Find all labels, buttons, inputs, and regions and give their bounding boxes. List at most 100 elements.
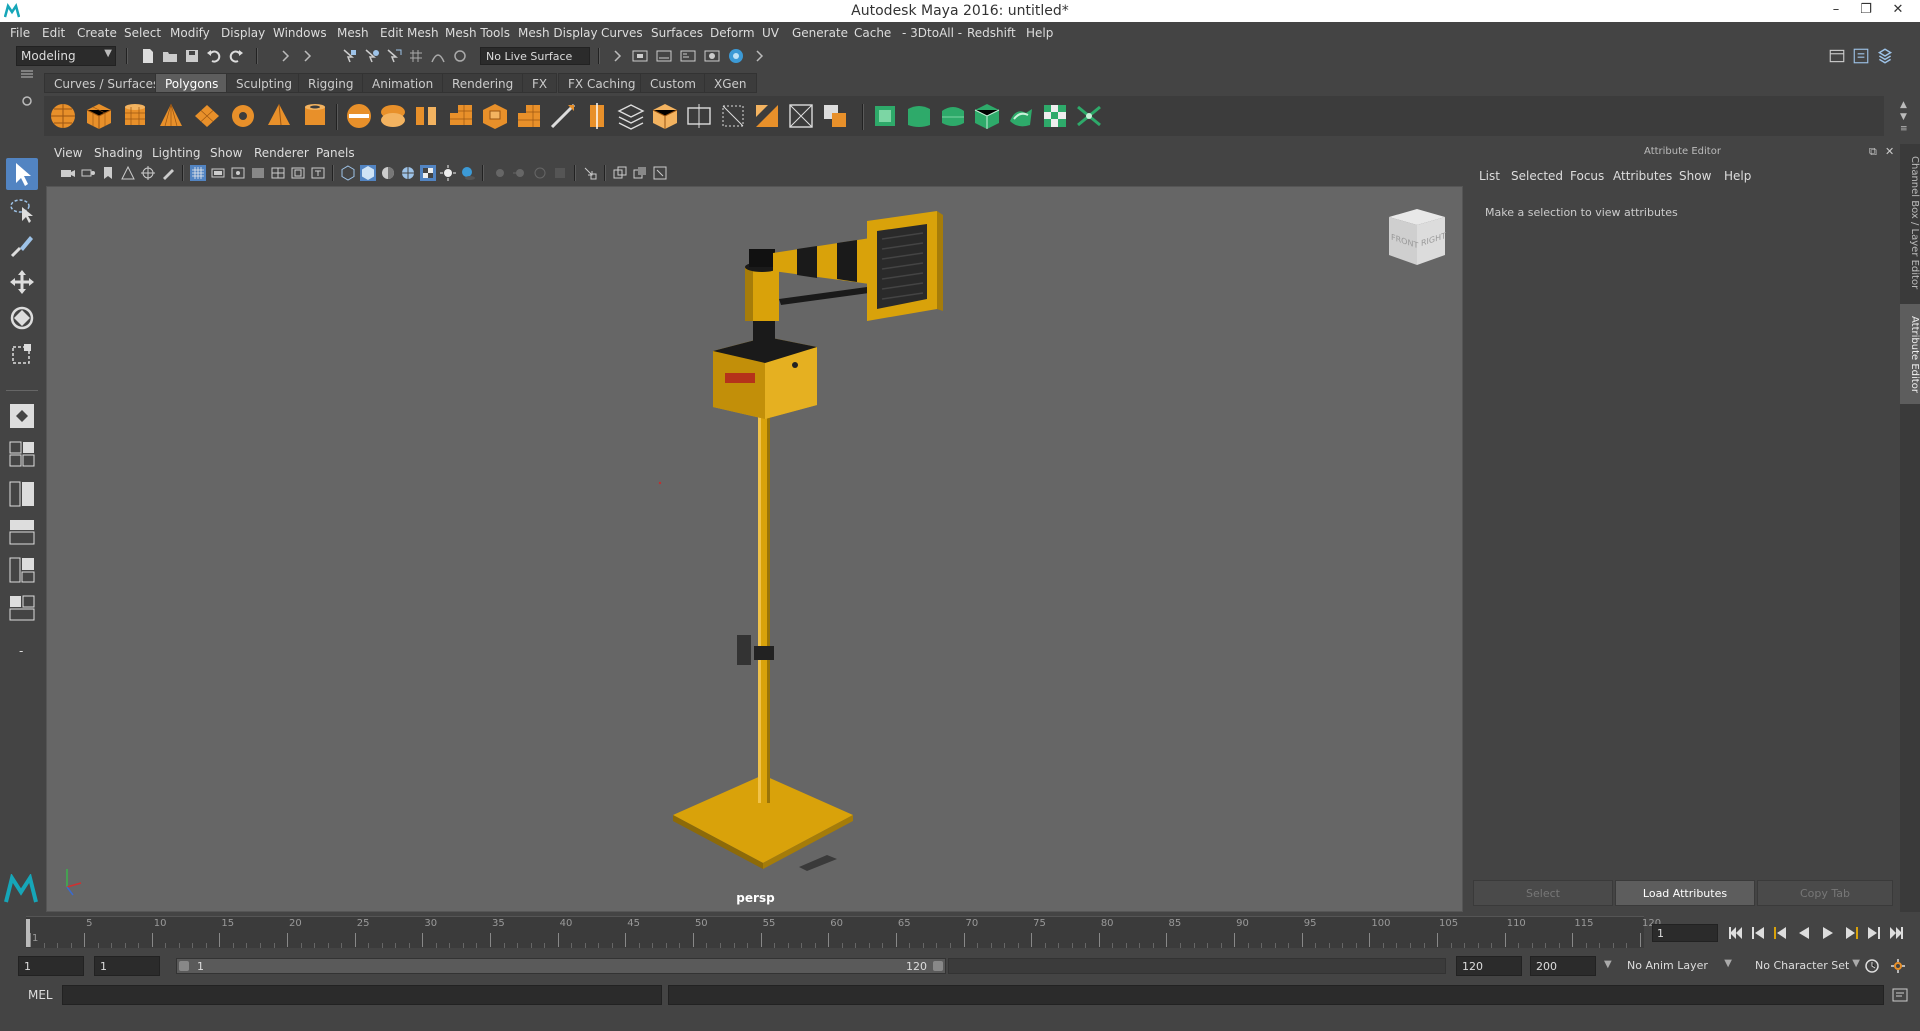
script-language-toggle[interactable]: MEL (28, 988, 53, 1002)
2d-pan-zoom-icon[interactable] (140, 165, 156, 181)
ae-menu-attributes[interactable]: Attributes (1613, 169, 1672, 183)
expand-arrow-icon[interactable] (278, 48, 294, 64)
go-to-end-icon[interactable] (1888, 925, 1904, 941)
default-material-icon[interactable] (380, 165, 396, 181)
hypershade-icon[interactable] (704, 48, 720, 64)
shelf-menu-icon[interactable] (19, 68, 35, 80)
shelf-tab-fx-caching[interactable]: FX Caching (558, 73, 646, 93)
poly-pipe-icon[interactable] (300, 101, 330, 131)
menu-help[interactable]: Help (1026, 26, 1053, 40)
separate-icon[interactable] (378, 101, 408, 131)
menu-surfaces[interactable]: Surfaces (651, 26, 703, 40)
auto-key-icon[interactable] (1864, 958, 1880, 974)
ae-menu-list[interactable]: List (1479, 169, 1500, 183)
select-button[interactable]: Select (1473, 880, 1613, 906)
safe-action-icon[interactable] (290, 165, 306, 181)
snap-curve-icon[interactable] (430, 48, 446, 64)
menu-uv[interactable]: UV (762, 26, 779, 40)
shelf-tab-animation[interactable]: Animation (362, 73, 444, 93)
lasso-tool[interactable] (6, 194, 38, 226)
paint-select-tool[interactable] (6, 230, 38, 262)
tab-attribute-editor[interactable]: Attribute Editor (1900, 304, 1920, 404)
modeling-toolkit-icon[interactable] (1828, 47, 1846, 65)
go-to-start-icon[interactable] (1728, 925, 1744, 941)
playback-start-field[interactable]: 1 (94, 956, 160, 976)
menu-display[interactable]: Display (221, 26, 265, 40)
poly-pyramid-icon[interactable] (264, 101, 294, 131)
shadows-icon[interactable] (460, 165, 476, 181)
viewport-menu-lighting[interactable]: Lighting (152, 146, 201, 160)
ae-menu-selected[interactable]: Selected (1511, 169, 1563, 183)
uv-checker-icon[interactable] (1040, 101, 1070, 131)
new-scene-icon[interactable] (140, 48, 156, 64)
expand-arrow-icon[interactable] (752, 48, 768, 64)
viewport-menu-shading[interactable]: Shading (94, 146, 143, 160)
insert-edge-loop-icon[interactable] (582, 101, 612, 131)
bevel-icon[interactable] (514, 101, 544, 131)
poly-plane-icon[interactable] (192, 101, 222, 131)
load-attributes-button[interactable]: Load Attributes (1615, 880, 1755, 906)
range-start-handle[interactable] (179, 961, 189, 971)
extrude-icon[interactable] (480, 101, 510, 131)
motion-blur-icon[interactable] (512, 165, 528, 181)
ambient-occlusion-icon[interactable] (492, 165, 508, 181)
menu-mesh-tools[interactable]: Mesh Tools (445, 26, 510, 40)
model-clamp[interactable] (754, 646, 774, 660)
model-horn[interactable] (773, 237, 877, 285)
automatic-uv-icon[interactable] (972, 101, 1002, 131)
target-weld-icon[interactable] (718, 101, 748, 131)
ae-menu-help[interactable]: Help (1724, 169, 1751, 183)
save-scene-icon[interactable] (184, 48, 200, 64)
camera-attributes-icon[interactable] (80, 165, 96, 181)
poly-torus-icon[interactable] (228, 101, 258, 131)
menu-windows[interactable]: Windows (273, 26, 327, 40)
persp-outliner-layout[interactable] (6, 478, 38, 510)
menu-select[interactable]: Select (124, 26, 161, 40)
field-chart-icon[interactable] (270, 165, 286, 181)
attribute-editor-toggle-icon[interactable] (1852, 47, 1870, 65)
menu-modify[interactable]: Modify (170, 26, 210, 40)
menu-curves[interactable]: Curves (601, 26, 643, 40)
animation-end-field[interactable]: 200 (1530, 956, 1596, 976)
lights-icon[interactable] (440, 165, 456, 181)
anti-aliasing-icon[interactable] (532, 165, 548, 181)
persp-graph-layout[interactable] (6, 516, 38, 548)
character-set-dropdown[interactable]: No Character Set ▼ (1750, 956, 1862, 976)
multi-cut-icon[interactable] (548, 101, 578, 131)
shelf-tab-rigging[interactable]: Rigging (298, 73, 364, 93)
live-surface-field[interactable]: No Live Surface (480, 47, 590, 65)
current-frame-field[interactable]: 1 (1652, 924, 1718, 942)
poly-cube-icon[interactable] (84, 101, 114, 131)
viewport-menu-show[interactable]: Show (210, 146, 242, 160)
snap-grid-icon[interactable] (408, 48, 424, 64)
step-back-frame-icon[interactable] (1772, 925, 1788, 941)
mel-command-input[interactable] (62, 985, 662, 1005)
channel-box-toggle-icon[interactable] (1876, 47, 1894, 65)
xray-icon[interactable] (612, 165, 628, 181)
gate-mask-icon[interactable] (250, 165, 266, 181)
menu-file[interactable]: File (10, 26, 30, 40)
view-cube[interactable]: FRONT RIGHT (1377, 205, 1457, 275)
camera-icon[interactable] (60, 165, 76, 181)
move-tool[interactable] (6, 266, 38, 298)
poly-cylinder-icon[interactable] (120, 101, 150, 131)
step-forward-key-icon[interactable] (1866, 925, 1882, 941)
menu-deform[interactable]: Deform (710, 26, 755, 40)
arrow-down-icon[interactable]: ▼ (1900, 112, 1907, 122)
render-view-icon[interactable] (728, 48, 744, 64)
restore-button[interactable]: ❐ (1852, 2, 1880, 20)
snap-point-icon[interactable] (452, 48, 468, 64)
render-frame-icon[interactable] (632, 48, 648, 64)
viewport-menu-view[interactable]: View (54, 146, 82, 160)
film-gate-icon[interactable] (210, 165, 226, 181)
persp-uv-layout[interactable] (6, 592, 38, 624)
close-panel-icon[interactable]: ✕ (1885, 145, 1894, 158)
menu-mesh-display[interactable]: Mesh Display (518, 26, 598, 40)
offset-edge-loop-icon[interactable] (616, 101, 646, 131)
depth-of-field-icon[interactable] (552, 165, 568, 181)
cylindrical-uv-icon[interactable] (904, 101, 934, 131)
undo-icon[interactable] (206, 48, 222, 64)
smooth-icon[interactable] (446, 101, 476, 131)
circularize-icon[interactable] (786, 101, 816, 131)
animation-start-field[interactable]: 1 (18, 956, 84, 976)
